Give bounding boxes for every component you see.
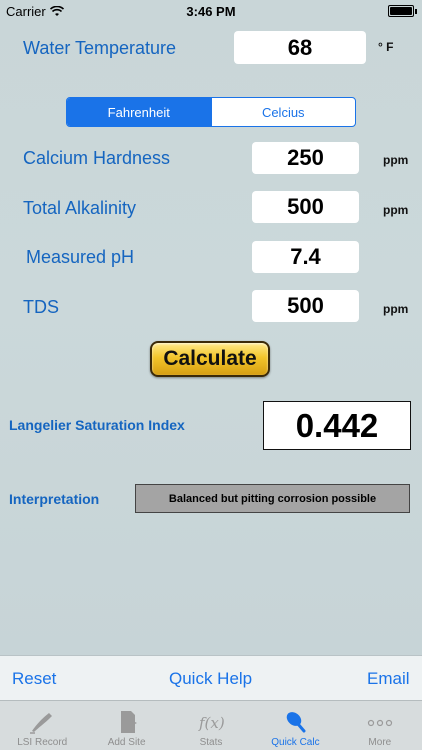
lsi-value: 0.442 xyxy=(263,401,411,450)
tab-label: LSI Record xyxy=(17,737,68,748)
measured-ph-input[interactable]: 7.4 xyxy=(252,241,359,273)
lsi-label: Langelier Saturation Index xyxy=(9,417,185,433)
pen-icon xyxy=(30,713,53,734)
brush-icon xyxy=(287,712,306,733)
temperature-unit: ° F xyxy=(378,40,394,54)
calcium-hardness-label: Calcium Hardness xyxy=(23,148,171,168)
tab-add-site[interactable]: Add Site xyxy=(84,701,168,750)
water-temperature-label: Water Temperature xyxy=(23,38,177,58)
interpretation-label: Interpretation xyxy=(9,491,100,507)
segment-celcius[interactable]: Celcius xyxy=(210,98,356,126)
tab-lsi-record[interactable]: LSI Record xyxy=(0,701,84,750)
tab-label: Quick Calc xyxy=(271,737,320,748)
segment-fahrenheit[interactable]: Fahrenheit xyxy=(67,98,211,126)
tab-label: Stats xyxy=(199,737,223,748)
bottom-toolbar: Reset Quick Help Email xyxy=(0,655,422,700)
tab-label: More xyxy=(368,737,392,748)
total-alkalinity-unit: ppm xyxy=(383,203,409,217)
tds-label: TDS xyxy=(23,297,59,317)
interpretation-value: Balanced but pitting corrosion possible xyxy=(135,484,410,513)
tab-bar: LSI Record Add Site f(x) Stats Quick Cal… xyxy=(0,700,422,750)
quick-help-button[interactable]: Quick Help xyxy=(169,669,252,689)
email-button[interactable]: Email xyxy=(367,669,410,689)
tab-stats[interactable]: f(x) Stats xyxy=(169,701,253,750)
calcium-hardness-unit: ppm xyxy=(383,153,409,167)
function-icon: f(x) xyxy=(198,714,225,732)
reset-button[interactable]: Reset xyxy=(12,669,56,689)
more-icon xyxy=(367,719,392,727)
water-temperature-input[interactable]: 68 xyxy=(234,31,366,64)
total-alkalinity-label: Total Alkalinity xyxy=(23,198,137,218)
calcium-hardness-input[interactable]: 250 xyxy=(252,142,359,174)
tds-input[interactable]: 500 xyxy=(252,290,359,322)
temperature-unit-segment: Fahrenheit Celcius xyxy=(66,97,356,127)
tab-more[interactable]: More xyxy=(338,701,422,750)
calculate-button[interactable]: Calculate xyxy=(150,341,270,377)
svg-text:f(x): f(x) xyxy=(198,714,225,732)
tds-unit: ppm xyxy=(383,302,409,316)
battery-icon xyxy=(388,5,417,17)
measured-ph-label: Measured pH xyxy=(26,247,135,267)
document-add-icon xyxy=(120,711,137,733)
status-bar: Carrier 3:46 PM xyxy=(0,0,422,22)
status-time: 3:46 PM xyxy=(186,4,236,19)
tab-quick-calc[interactable]: Quick Calc xyxy=(253,701,337,750)
battery-level xyxy=(390,7,412,15)
tab-label: Add Site xyxy=(107,737,146,748)
total-alkalinity-input[interactable]: 500 xyxy=(252,191,359,223)
